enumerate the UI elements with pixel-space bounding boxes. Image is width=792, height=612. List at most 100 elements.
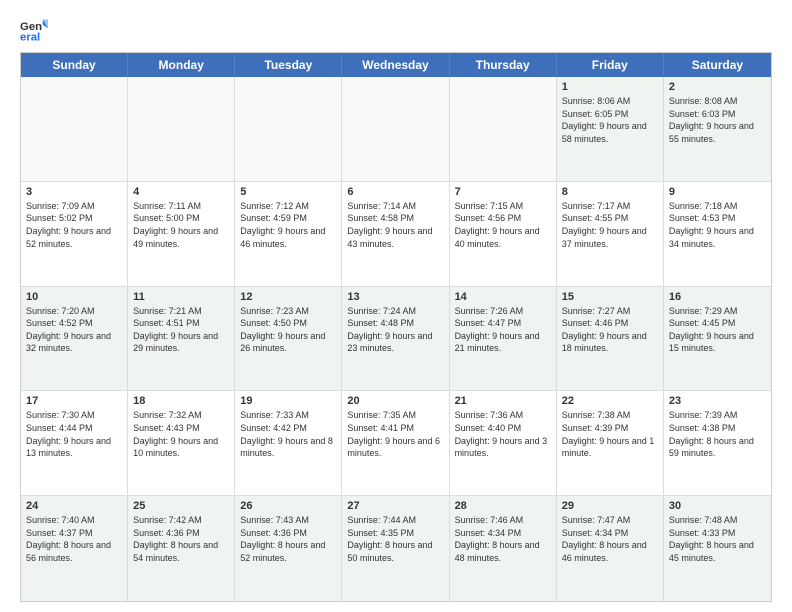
day-number: 22 <box>562 395 658 407</box>
day-number: 17 <box>26 395 122 407</box>
day-number: 2 <box>669 81 766 93</box>
day-cell-24: 24 Sunrise: 7:40 AMSunset: 4:37 PMDayligh… <box>21 496 128 601</box>
day-info: Sunrise: 7:24 AMSunset: 4:48 PMDaylight:… <box>347 305 443 355</box>
day-cell-5: 5 Sunrise: 7:12 AMSunset: 4:59 PMDaylight… <box>235 182 342 286</box>
day-cell-12: 12 Sunrise: 7:23 AMSunset: 4:50 PMDayligh… <box>235 287 342 391</box>
day-cell-21: 21 Sunrise: 7:36 AMSunset: 4:40 PMDayligh… <box>450 391 557 495</box>
header-day-tuesday: Tuesday <box>235 53 342 77</box>
day-number: 28 <box>455 500 551 512</box>
day-cell-17: 17 Sunrise: 7:30 AMSunset: 4:44 PMDayligh… <box>21 391 128 495</box>
header-day-saturday: Saturday <box>664 53 771 77</box>
day-number: 23 <box>669 395 766 407</box>
day-cell-22: 22 Sunrise: 7:38 AMSunset: 4:39 PMDayligh… <box>557 391 664 495</box>
day-number: 6 <box>347 186 443 198</box>
header-day-monday: Monday <box>128 53 235 77</box>
day-info: Sunrise: 7:12 AMSunset: 4:59 PMDaylight:… <box>240 200 336 250</box>
day-cell-14: 14 Sunrise: 7:26 AMSunset: 4:47 PMDayligh… <box>450 287 557 391</box>
logo-icon: Gen eral <box>20 16 48 44</box>
day-info: Sunrise: 7:30 AMSunset: 4:44 PMDaylight:… <box>26 409 122 459</box>
day-number: 21 <box>455 395 551 407</box>
day-number: 1 <box>562 81 658 93</box>
day-number: 3 <box>26 186 122 198</box>
day-cell-6: 6 Sunrise: 7:14 AMSunset: 4:58 PMDaylight… <box>342 182 449 286</box>
day-cell-9: 9Sunrise: 7:18 AMSunset: 4:53 PMDaylight… <box>664 182 771 286</box>
day-cell-25: 25Sunrise: 7:42 AMSunset: 4:36 PMDayligh… <box>128 496 235 601</box>
day-cell-20: 20 Sunrise: 7:35 AMSunset: 4:41 PMDayligh… <box>342 391 449 495</box>
day-cell-13: 13 Sunrise: 7:24 AMSunset: 4:48 PMDayligh… <box>342 287 449 391</box>
day-cell-4: 4Sunrise: 7:11 AMSunset: 5:00 PMDaylight… <box>128 182 235 286</box>
day-info: Sunrise: 7:40 AMSunset: 4:37 PMDaylight:… <box>26 514 122 564</box>
day-info: Sunrise: 7:18 AMSunset: 4:53 PMDaylight:… <box>669 200 766 250</box>
day-cell-28: 28Sunrise: 7:46 AMSunset: 4:34 PMDayligh… <box>450 496 557 601</box>
day-number: 27 <box>347 500 443 512</box>
day-info: Sunrise: 7:20 AMSunset: 4:52 PMDaylight:… <box>26 305 122 355</box>
header-day-friday: Friday <box>557 53 664 77</box>
day-cell-3: 3 Sunrise: 7:09 AMSunset: 5:02 PMDaylight… <box>21 182 128 286</box>
week-row-3: 10 Sunrise: 7:20 AMSunset: 4:52 PMDayligh… <box>21 287 771 392</box>
day-number: 19 <box>240 395 336 407</box>
empty-cell-w0c0 <box>21 77 128 181</box>
day-info: Sunrise: 7:14 AMSunset: 4:58 PMDaylight:… <box>347 200 443 250</box>
week-row-2: 3 Sunrise: 7:09 AMSunset: 5:02 PMDaylight… <box>21 182 771 287</box>
calendar-header: SundayMondayTuesdayWednesdayThursdayFrid… <box>21 53 771 77</box>
day-cell-2: 2 Sunrise: 8:08 AMSunset: 6:03 PMDaylight… <box>664 77 771 181</box>
day-info: Sunrise: 7:26 AMSunset: 4:47 PMDaylight:… <box>455 305 551 355</box>
page-header: Gen eral <box>20 16 772 44</box>
day-number: 5 <box>240 186 336 198</box>
day-info: Sunrise: 8:06 AMSunset: 6:05 PMDaylight:… <box>562 95 658 145</box>
day-number: 8 <box>562 186 658 198</box>
day-info: Sunrise: 7:43 AMSunset: 4:36 PMDaylight:… <box>240 514 336 564</box>
day-info: Sunrise: 8:08 AMSunset: 6:03 PMDaylight:… <box>669 95 766 145</box>
day-number: 16 <box>669 291 766 303</box>
day-cell-10: 10 Sunrise: 7:20 AMSunset: 4:52 PMDayligh… <box>21 287 128 391</box>
day-cell-18: 18 Sunrise: 7:32 AMSunset: 4:43 PMDayligh… <box>128 391 235 495</box>
day-cell-27: 27 Sunrise: 7:44 AMSunset: 4:35 PMDayligh… <box>342 496 449 601</box>
day-number: 12 <box>240 291 336 303</box>
day-info: Sunrise: 7:35 AMSunset: 4:41 PMDaylight:… <box>347 409 443 459</box>
day-info: Sunrise: 7:27 AMSunset: 4:46 PMDaylight:… <box>562 305 658 355</box>
day-number: 15 <box>562 291 658 303</box>
day-cell-8: 8Sunrise: 7:17 AMSunset: 4:55 PMDaylight… <box>557 182 664 286</box>
day-cell-29: 29 Sunrise: 7:47 AMSunset: 4:34 PMDayligh… <box>557 496 664 601</box>
day-number: 10 <box>26 291 122 303</box>
day-info: Sunrise: 7:15 AMSunset: 4:56 PMDaylight:… <box>455 200 551 250</box>
day-info: Sunrise: 7:44 AMSunset: 4:35 PMDaylight:… <box>347 514 443 564</box>
day-number: 13 <box>347 291 443 303</box>
day-cell-1: 1 Sunrise: 8:06 AMSunset: 6:05 PMDaylight… <box>557 77 664 181</box>
day-info: Sunrise: 7:29 AMSunset: 4:45 PMDaylight:… <box>669 305 766 355</box>
day-cell-23: 23Sunrise: 7:39 AMSunset: 4:38 PMDayligh… <box>664 391 771 495</box>
empty-cell-w0c3 <box>342 77 449 181</box>
day-cell-15: 15 Sunrise: 7:27 AMSunset: 4:46 PMDayligh… <box>557 287 664 391</box>
calendar: SundayMondayTuesdayWednesdayThursdayFrid… <box>20 52 772 602</box>
day-number: 14 <box>455 291 551 303</box>
day-info: Sunrise: 7:38 AMSunset: 4:39 PMDaylight:… <box>562 409 658 459</box>
logo: Gen eral <box>20 16 52 44</box>
day-info: Sunrise: 7:36 AMSunset: 4:40 PMDaylight:… <box>455 409 551 459</box>
week-row-4: 17 Sunrise: 7:30 AMSunset: 4:44 PMDayligh… <box>21 391 771 496</box>
day-number: 20 <box>347 395 443 407</box>
week-row-5: 24 Sunrise: 7:40 AMSunset: 4:37 PMDayligh… <box>21 496 771 601</box>
day-cell-16: 16 Sunrise: 7:29 AMSunset: 4:45 PMDayligh… <box>664 287 771 391</box>
day-number: 18 <box>133 395 229 407</box>
svg-text:eral: eral <box>20 32 40 44</box>
day-info: Sunrise: 7:21 AMSunset: 4:51 PMDaylight:… <box>133 305 229 355</box>
day-number: 7 <box>455 186 551 198</box>
day-info: Sunrise: 7:11 AMSunset: 5:00 PMDaylight:… <box>133 200 229 250</box>
day-info: Sunrise: 7:09 AMSunset: 5:02 PMDaylight:… <box>26 200 122 250</box>
empty-cell-w0c2 <box>235 77 342 181</box>
day-number: 29 <box>562 500 658 512</box>
day-info: Sunrise: 7:47 AMSunset: 4:34 PMDaylight:… <box>562 514 658 564</box>
day-info: Sunrise: 7:23 AMSunset: 4:50 PMDaylight:… <box>240 305 336 355</box>
empty-cell-w0c1 <box>128 77 235 181</box>
day-cell-11: 11Sunrise: 7:21 AMSunset: 4:51 PMDayligh… <box>128 287 235 391</box>
week-row-1: 1 Sunrise: 8:06 AMSunset: 6:05 PMDaylight… <box>21 77 771 182</box>
header-day-thursday: Thursday <box>450 53 557 77</box>
day-number: 24 <box>26 500 122 512</box>
day-info: Sunrise: 7:48 AMSunset: 4:33 PMDaylight:… <box>669 514 766 564</box>
day-cell-30: 30 Sunrise: 7:48 AMSunset: 4:33 PMDayligh… <box>664 496 771 601</box>
day-cell-26: 26Sunrise: 7:43 AMSunset: 4:36 PMDayligh… <box>235 496 342 601</box>
header-day-wednesday: Wednesday <box>342 53 449 77</box>
day-number: 30 <box>669 500 766 512</box>
day-cell-7: 7 Sunrise: 7:15 AMSunset: 4:56 PMDaylight… <box>450 182 557 286</box>
day-info: Sunrise: 7:32 AMSunset: 4:43 PMDaylight:… <box>133 409 229 459</box>
